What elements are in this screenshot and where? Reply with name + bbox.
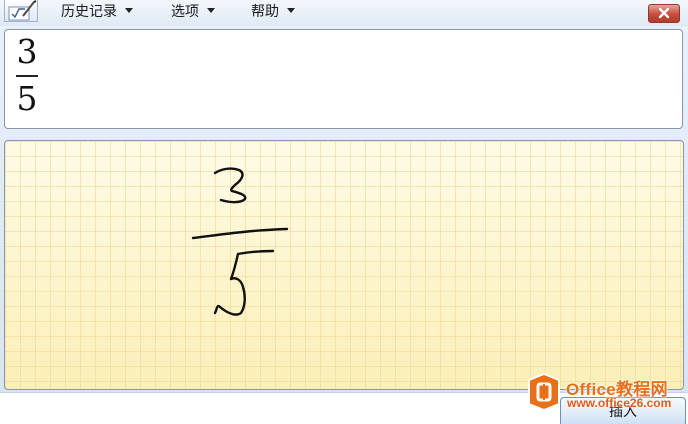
- menu-options[interactable]: 选项: [171, 2, 215, 22]
- ink-stroke-denominator-body: [213, 252, 246, 316]
- math-input-icon: [4, 0, 38, 22]
- math-input-panel: 历史记录 选项 帮助 3 5 插入 Office教程网 www.office26…: [0, 0, 688, 424]
- chevron-down-icon: [287, 8, 295, 13]
- chevron-down-icon: [125, 8, 133, 13]
- preview-fraction: 3 5: [15, 32, 39, 119]
- fraction-denominator: 5: [16, 79, 38, 118]
- office-logo-icon: [528, 372, 560, 412]
- close-button[interactable]: [648, 4, 680, 23]
- menu-history[interactable]: 历史记录: [61, 2, 133, 22]
- menu-options-label: 选项: [171, 4, 199, 20]
- chevron-down-icon: [207, 8, 215, 13]
- handwriting-ink: [191, 167, 289, 316]
- fraction-bar: [16, 75, 38, 77]
- watermark: Office教程网 www.office26.com: [524, 371, 686, 413]
- math-input-icon-graphic: [8, 0, 37, 21]
- ink-stroke-numerator: [213, 167, 247, 204]
- close-icon: [658, 7, 670, 19]
- preview-area: 3 5: [4, 29, 683, 129]
- menu-help[interactable]: 帮助: [251, 2, 295, 22]
- menu-help-label: 帮助: [251, 4, 279, 20]
- writing-pad[interactable]: [4, 140, 684, 390]
- watermark-url: www.office26.com: [567, 396, 672, 410]
- fraction-numerator: 3: [16, 32, 38, 71]
- menu-bar: 历史记录 选项 帮助: [0, 0, 688, 26]
- ink-stroke-fraction-bar: [191, 227, 289, 240]
- ink-stroke-denominator-top: [236, 249, 275, 256]
- menu-history-label: 历史记录: [61, 4, 117, 20]
